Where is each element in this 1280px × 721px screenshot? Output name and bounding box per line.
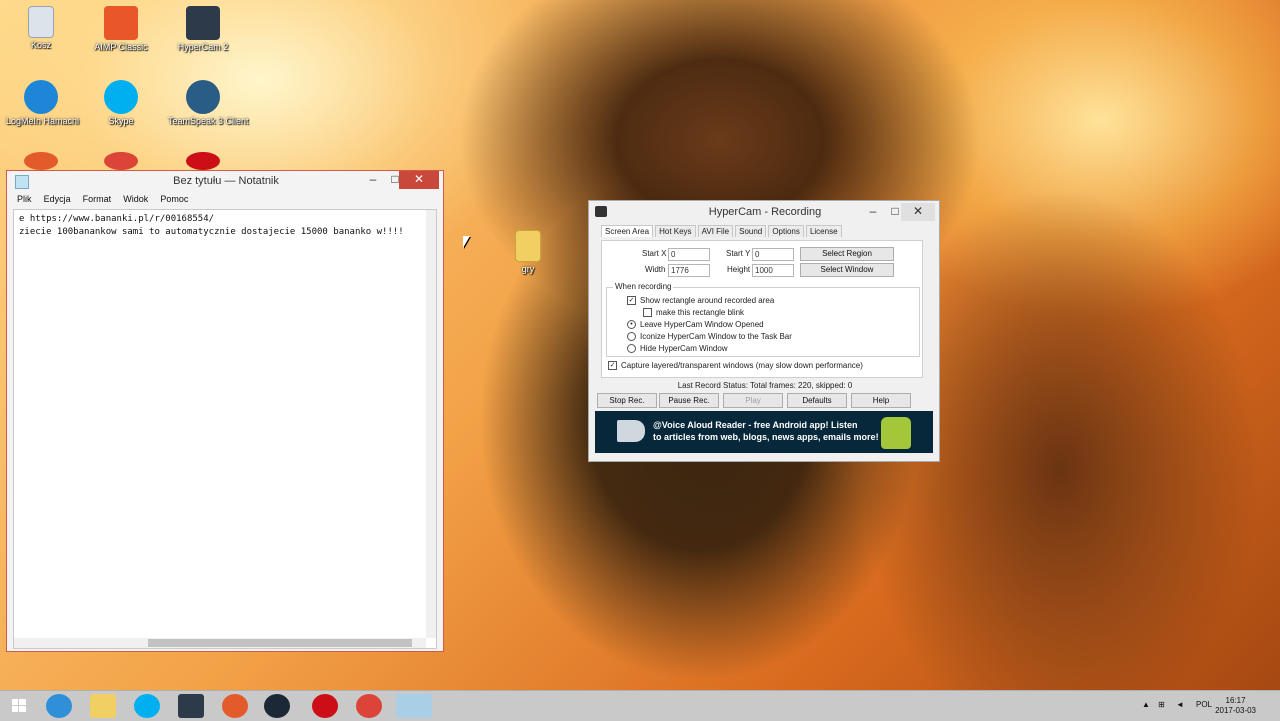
app-taskbar-icon[interactable]	[222, 694, 248, 718]
menu-plik[interactable]: Plik	[17, 194, 32, 204]
checkbox-checked-icon[interactable]: ✓	[608, 361, 617, 371]
start-x-label: Start X	[642, 249, 667, 258]
blink-option[interactable]: make this rectangle blink	[643, 308, 744, 318]
chrome-taskbar-icon[interactable]	[356, 694, 382, 718]
desktop-icon-skype[interactable]: Skype	[86, 80, 156, 126]
notepad-taskbar-icon[interactable]	[396, 694, 432, 718]
height-input[interactable]: 1000	[752, 264, 794, 277]
skype-icon	[104, 80, 138, 114]
defaults-button[interactable]: Defaults	[787, 393, 847, 408]
hypercam-icon	[186, 6, 220, 40]
taskbar: ▲ ⊞ ◄ POL 16:17 2017-03-03	[0, 690, 1280, 721]
radio-unselected-icon[interactable]	[627, 344, 636, 354]
capture-layered-option[interactable]: ✓ Capture layered/transparent windows (ma…	[608, 361, 863, 371]
desktop-icon-gry[interactable]: gry	[493, 230, 563, 274]
screen-area-panel: Start X 0 Start Y 0 Select Region Width …	[601, 240, 923, 378]
banner-text: @Voice Aloud Reader - free Android app! …	[653, 420, 879, 442]
teamspeak-icon	[186, 80, 220, 114]
start-x-input[interactable]: 0	[668, 248, 710, 261]
desktop-icon-teamspeak[interactable]: TeamSpeak 3 Client	[168, 80, 249, 126]
megaphone-icon	[617, 420, 645, 442]
tab-screen-area[interactable]: Screen Area	[601, 225, 654, 237]
menu-pomoc[interactable]: Pomoc	[160, 194, 188, 204]
tray-chevron-icon[interactable]: ▲	[1142, 700, 1150, 709]
file-explorer-icon[interactable]	[90, 694, 116, 718]
checkbox-checked-icon[interactable]: ✓	[627, 296, 636, 306]
volume-icon[interactable]: ◄	[1176, 700, 1184, 709]
desktop-icon-hamachi[interactable]: LogMeIn Hamachi	[6, 80, 79, 126]
desktop-icon-partial-3[interactable]	[168, 152, 238, 172]
hypercam-window: HyperCam - Recording – □ ✕ Screen Area H…	[588, 200, 940, 462]
app-icon	[24, 152, 58, 170]
menu-edycja[interactable]: Edycja	[44, 194, 71, 204]
show-rectangle-option[interactable]: ✓ Show rectangle around recorded area	[627, 296, 774, 306]
notepad-titlebar[interactable]: Bez tytułu — Notatnik – □ ✕	[7, 171, 443, 191]
tab-hot-keys[interactable]: Hot Keys	[655, 225, 696, 237]
desktop-icon-aimp[interactable]: AIMP Classic	[86, 6, 156, 52]
windows-logo-icon	[12, 699, 26, 712]
start-button[interactable]	[6, 694, 32, 718]
desktop-icon-partial-2[interactable]	[86, 152, 156, 172]
hypercam-tabs: Screen Area Hot Keys AVI File Sound Opti…	[601, 225, 842, 239]
skype-taskbar-icon[interactable]	[134, 694, 160, 718]
width-label: Width	[645, 265, 666, 274]
record-status: Last Record Status: Total frames: 220, s…	[677, 381, 853, 390]
hide-option[interactable]: Hide HyperCam Window	[627, 344, 728, 354]
horizontal-scrollbar[interactable]	[14, 638, 426, 648]
height-label: Height	[727, 265, 751, 274]
opera-icon	[186, 152, 220, 170]
clock-date: 2017-03-03	[1215, 706, 1256, 715]
hypercam-taskbar-icon[interactable]	[178, 694, 204, 718]
play-button[interactable]: Play	[723, 393, 783, 408]
stop-rec-button[interactable]: Stop Rec.	[597, 393, 657, 408]
width-input[interactable]: 1776	[668, 264, 710, 277]
checkbox-unchecked-icon[interactable]	[643, 308, 652, 318]
folder-icon	[515, 230, 541, 262]
scrollbar-thumb[interactable]	[148, 639, 412, 647]
tab-options[interactable]: Options	[768, 225, 804, 237]
hamachi-icon	[24, 80, 58, 114]
select-window-button[interactable]: Select Window	[800, 263, 894, 277]
tab-avi-file[interactable]: AVI File	[697, 225, 734, 237]
notepad-content[interactable]: e https://www.bananki.pl/r/00168554/ zie…	[14, 210, 436, 242]
android-icon	[881, 417, 911, 449]
close-icon[interactable]: ✕	[399, 171, 439, 189]
radio-selected-icon[interactable]: •	[627, 320, 636, 330]
tab-sound[interactable]: Sound	[735, 225, 767, 237]
start-y-label: Start Y	[726, 249, 751, 258]
desktop-icon-recycle-bin[interactable]: Kosz	[6, 6, 76, 50]
radio-unselected-icon[interactable]	[627, 332, 636, 342]
close-icon[interactable]: ✕	[901, 203, 935, 221]
vertical-scrollbar[interactable]	[426, 210, 436, 638]
notepad-window: Bez tytułu — Notatnik – □ ✕ Plik Edycja …	[6, 170, 444, 652]
menu-widok[interactable]: Widok	[123, 194, 148, 204]
clock-time: 16:17	[1225, 696, 1246, 705]
when-recording-title: When recording	[613, 282, 674, 291]
internet-explorer-icon[interactable]	[46, 694, 72, 718]
opera-taskbar-icon[interactable]	[312, 694, 338, 718]
steam-taskbar-icon[interactable]	[264, 694, 290, 718]
network-icon[interactable]: ⊞	[1158, 700, 1165, 709]
aimp-icon	[104, 6, 138, 40]
hypercam-titlebar[interactable]: HyperCam - Recording – □ ✕	[589, 201, 939, 223]
help-button[interactable]: Help	[851, 393, 911, 408]
language-indicator[interactable]: POL	[1196, 700, 1212, 709]
start-y-input[interactable]: 0	[752, 248, 794, 261]
chrome-icon	[104, 152, 138, 170]
tab-license[interactable]: License	[805, 225, 842, 237]
desktop-icon-partial-1[interactable]	[6, 152, 76, 172]
pause-rec-button[interactable]: Pause Rec.	[659, 393, 719, 408]
menu-format[interactable]: Format	[83, 194, 112, 204]
when-recording-group: When recording ✓ Show rectangle around re…	[606, 282, 920, 357]
desktop-icon-hypercam[interactable]: HyperCam 2	[168, 6, 238, 52]
recycle-bin-icon	[28, 6, 54, 38]
mouse-cursor-icon	[463, 236, 470, 248]
select-region-button[interactable]: Select Region	[800, 247, 894, 261]
leave-open-option[interactable]: • Leave HyperCam Window Opened	[627, 320, 764, 330]
iconize-option[interactable]: Iconize HyperCam Window to the Task Bar	[627, 332, 792, 342]
notepad-text-area[interactable]: e https://www.bananki.pl/r/00168554/ zie…	[13, 209, 437, 649]
ad-banner[interactable]: @Voice Aloud Reader - free Android app! …	[595, 411, 933, 453]
clock[interactable]: 16:17 2017-03-03	[1215, 696, 1256, 716]
notepad-menubar: Plik Edycja Format Widok Pomoc	[7, 191, 443, 207]
